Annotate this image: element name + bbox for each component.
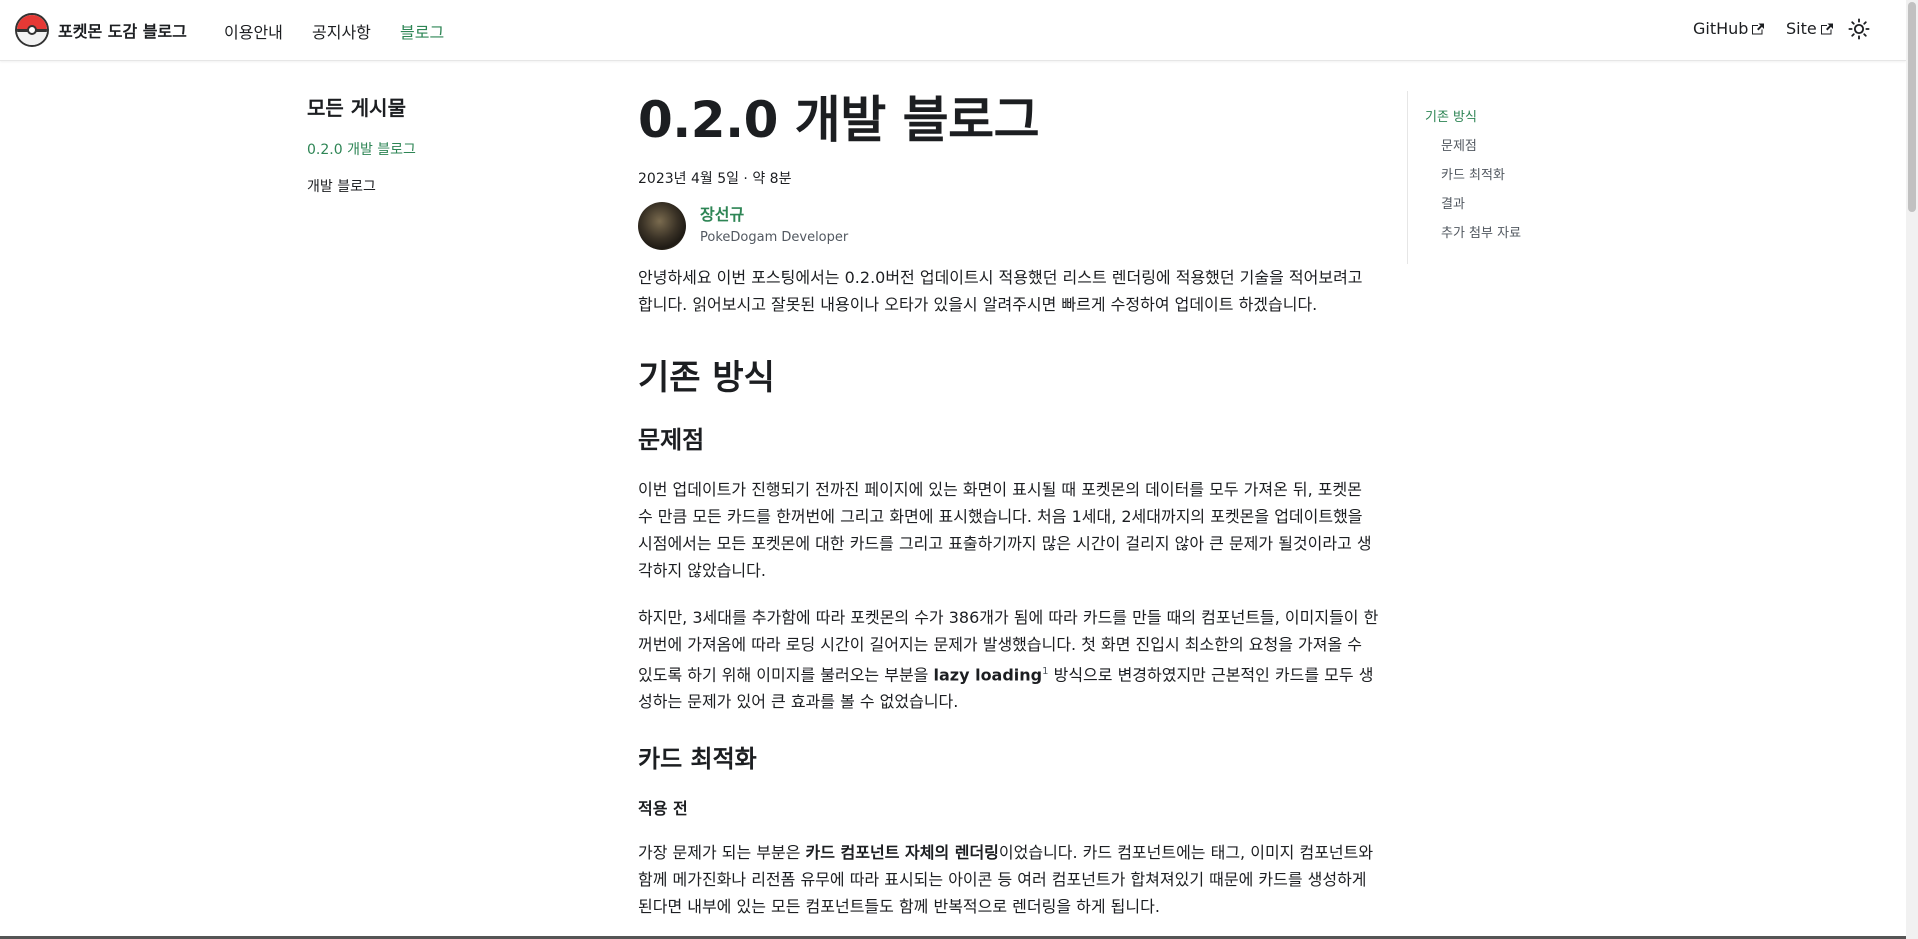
sidebar-item-020-blog[interactable]: 0.2.0 개발 블로그 (307, 139, 567, 159)
post-meta: 2023년 4월 5일 · 약 8분 (638, 171, 792, 187)
nav-link-guide[interactable]: 이용안내 (224, 19, 283, 43)
heading-existing-method: 기존 방식 (638, 358, 775, 398)
pokeball-icon (15, 13, 49, 47)
author-block: 장선규 PokeDogam Developer (638, 202, 1380, 250)
github-link[interactable]: GitHub (1693, 19, 1765, 38)
brand-title: 포켓몬 도감 블로그 (58, 22, 187, 41)
github-link-label: GitHub (1693, 19, 1749, 38)
heading-problem: 문제점 (638, 426, 705, 454)
author-name[interactable]: 장선규 (700, 205, 744, 224)
toc-item-result[interactable]: 결과 (1441, 196, 1647, 213)
author-role: PokeDogam Developer (700, 230, 849, 245)
toc-item-existing-method[interactable]: 기존 방식 (1425, 109, 1647, 126)
brand-link[interactable]: 포켓몬 도감 블로그 (15, 13, 187, 47)
lazy-loading-term: lazy loading (933, 665, 1043, 685)
external-link-icon (1820, 23, 1833, 34)
problem-paragraph-1: 이번 업데이트가 진행되기 전까진 페이지에 있는 화면이 표시될 때 포켓몬의… (638, 480, 1372, 580)
navbar: 포켓몬 도감 블로그 이용안내 공지사항 블로그 GitHub Site (0, 0, 1906, 61)
external-link-icon (1752, 23, 1765, 34)
toc-item-problem[interactable]: 문제점 (1441, 138, 1647, 155)
site-link-label: Site (1786, 19, 1817, 38)
sidebar-title: 모든 게시물 (307, 96, 406, 120)
card-bold-text: 카드 컴포넌트 자체의 렌더링 (805, 843, 999, 863)
card-text-a: 가장 문제가 되는 부분은 (638, 843, 806, 863)
theme-toggle-button[interactable] (1846, 16, 1872, 42)
card-paragraph: 가장 문제가 되는 부분은 카드 컴포넌트 자체의 렌더링이었습니다. 카드 컴… (638, 839, 1380, 920)
page-scrollbar[interactable] (1906, 0, 1918, 939)
site-link[interactable]: Site (1786, 19, 1833, 38)
heading-card-optimization: 카드 최적화 (638, 745, 757, 774)
intro-paragraph: 안녕하세요 이번 포스팅에서는 0.2.0버전 업데이트시 적용했던 리스트 렌… (638, 268, 1363, 314)
sidebar-item-dev-blog[interactable]: 개발 블로그 (307, 176, 567, 196)
toc-item-attachments[interactable]: 추가 첨부 자료 (1441, 225, 1647, 242)
avatar[interactable] (638, 202, 686, 250)
post-title: 0.2.0 개발 블로그 (638, 91, 1040, 149)
sun-icon (1848, 18, 1870, 40)
blog-article: 0.2.0 개발 블로그 2023년 4월 5일 · 약 8분 장선규 Poke… (638, 88, 1380, 920)
problem-paragraph-2: 하지만, 3세대를 추가함에 따라 포켓몬의 수가 386개가 됨에 따라 카드… (638, 604, 1380, 715)
heading-before: 적용 전 (638, 799, 688, 819)
table-of-contents: 기존 방식 문제점 카드 최적화 결과 추가 첨부 자료 (1407, 91, 1647, 264)
toc-item-card-optimization[interactable]: 카드 최적화 (1441, 167, 1647, 184)
nav-link-blog[interactable]: 블로그 (400, 19, 444, 43)
scrollbar-thumb[interactable] (1908, 2, 1916, 212)
blog-sidebar: 모든 게시물 0.2.0 개발 블로그 개발 블로그 (307, 92, 567, 213)
nav-link-notice[interactable]: 공지사항 (312, 19, 371, 43)
